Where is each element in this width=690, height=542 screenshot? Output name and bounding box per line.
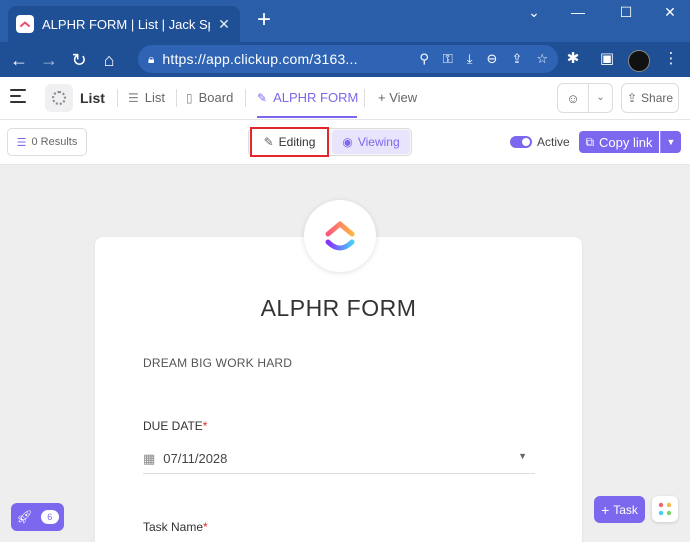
home-icon[interactable]: ⌂ [94, 45, 124, 75]
active-tab-indicator [257, 116, 357, 118]
form-icon: ✎ [257, 90, 268, 105]
form-toolbar: ☰ 0 Results ✎ Editing ◉ Viewing Active ⧉… [0, 120, 690, 165]
side-panel-icon[interactable]: ▣ [594, 45, 620, 73]
browser-menu-icon[interactable]: ⋮ [658, 45, 684, 73]
search-icon[interactable]: ⚲ [419, 51, 429, 67]
maximize-button[interactable]: ☐ [606, 0, 646, 26]
app-header: List ☰ List ▯ Board ✎ ALPHR FORM + View … [0, 77, 690, 120]
address-bar[interactable]: 🔒︎ https://app.clickup.com/3163... ⚲ ⚿ ⤓… [138, 45, 558, 73]
copy-link-dropdown[interactable]: ▼ [660, 131, 681, 153]
zoom-icon[interactable]: ⊖ [487, 51, 498, 67]
notification-badge: 6 [40, 510, 59, 524]
tab-list-view[interactable]: ☰ List [128, 90, 165, 105]
tab-form-view[interactable]: ✎ ALPHR FORM [257, 90, 358, 105]
due-date-label: DUE DATE* [143, 419, 208, 433]
robot-icon: ☺ [566, 90, 580, 106]
list-icon: ☰ [128, 90, 139, 105]
list-status-icon[interactable] [45, 84, 73, 112]
share-page-icon[interactable]: ⇪ [511, 51, 522, 67]
automation-button[interactable]: ☺ ⌄ [557, 83, 613, 113]
star-icon[interactable]: ☆ [536, 51, 548, 67]
reload-icon[interactable]: ↻ [64, 45, 94, 75]
extensions-puzzle-icon[interactable]: ✱ [560, 45, 586, 73]
url-text: https://app.clickup.com/3163... [162, 51, 358, 67]
back-arrow-icon[interactable]: ← [4, 45, 34, 75]
share-button[interactable]: ⇪ Share [621, 83, 679, 113]
chevron-down-icon[interactable]: ⌄ [514, 0, 554, 26]
plus-icon: + [601, 501, 610, 518]
calendar-icon: ▦ [143, 450, 156, 466]
chevron-down-icon[interactable]: ▼ [518, 451, 527, 461]
rocket-icon: 🚀︎ [16, 509, 33, 524]
active-label: Active [537, 135, 570, 149]
clickup-logo-icon [304, 200, 376, 272]
tab-title: ALPHR FORM | List | Jack Sparrow [42, 16, 210, 32]
board-icon: ▯ [186, 90, 193, 105]
page-title: List [80, 90, 105, 106]
chevron-down-icon[interactable]: ⌄ [588, 84, 612, 112]
browser-tab[interactable]: ALPHR FORM | List | Jack Sparrow ✕ [8, 6, 240, 42]
list-icon: ☰ [16, 136, 27, 149]
clickup-favicon-icon [16, 15, 34, 33]
apps-grid-icon[interactable] [652, 496, 678, 522]
rocket-button[interactable]: 🚀︎ 6 [11, 503, 64, 531]
viewing-mode-button[interactable]: ◉ Viewing [332, 130, 410, 154]
share-icon: ⇪ [626, 91, 638, 105]
eye-icon: ◉ [342, 135, 353, 149]
install-icon[interactable]: ⤓ [467, 51, 473, 67]
due-date-field[interactable]: ▦ 07/11/2028 ▼ [143, 444, 535, 474]
results-button[interactable]: ☰ 0 Results [7, 128, 87, 156]
close-window-button[interactable]: ✕ [650, 0, 690, 26]
tab-close-icon[interactable]: ✕ [216, 16, 232, 33]
add-view-button[interactable]: + View [378, 90, 417, 105]
tab-board-view[interactable]: ▯ Board [186, 90, 233, 105]
profile-avatar[interactable] [628, 49, 650, 72]
minimize-button[interactable]: — [558, 0, 598, 26]
key-icon[interactable]: ⚿ [443, 51, 453, 67]
new-task-button[interactable]: + Task [594, 496, 645, 523]
form-title: ALPHR FORM [260, 295, 417, 321]
task-name-label: Task Name* [143, 520, 208, 534]
forward-arrow-icon[interactable]: → [34, 45, 64, 75]
browser-toolbar: ← → ↻ ⌂ 🔒︎ https://app.clickup.com/3163.… [0, 42, 690, 77]
form-card [95, 237, 582, 542]
lock-icon: 🔒︎ [148, 51, 155, 66]
active-toggle[interactable] [510, 136, 532, 148]
browser-tab-strip: ALPHR FORM | List | Jack Sparrow ✕ + ⌄ —… [0, 0, 690, 42]
hamburger-menu-icon[interactable] [10, 89, 26, 103]
copy-link-button[interactable]: ⧉ Copy link [579, 131, 659, 153]
form-description: DREAM BIG WORK HARD [143, 356, 293, 370]
copy-icon: ⧉ [585, 134, 595, 149]
new-tab-button[interactable]: + [252, 8, 276, 33]
pencil-icon: ✎ [263, 135, 274, 149]
editing-mode-button[interactable]: ✎ Editing [250, 127, 329, 157]
